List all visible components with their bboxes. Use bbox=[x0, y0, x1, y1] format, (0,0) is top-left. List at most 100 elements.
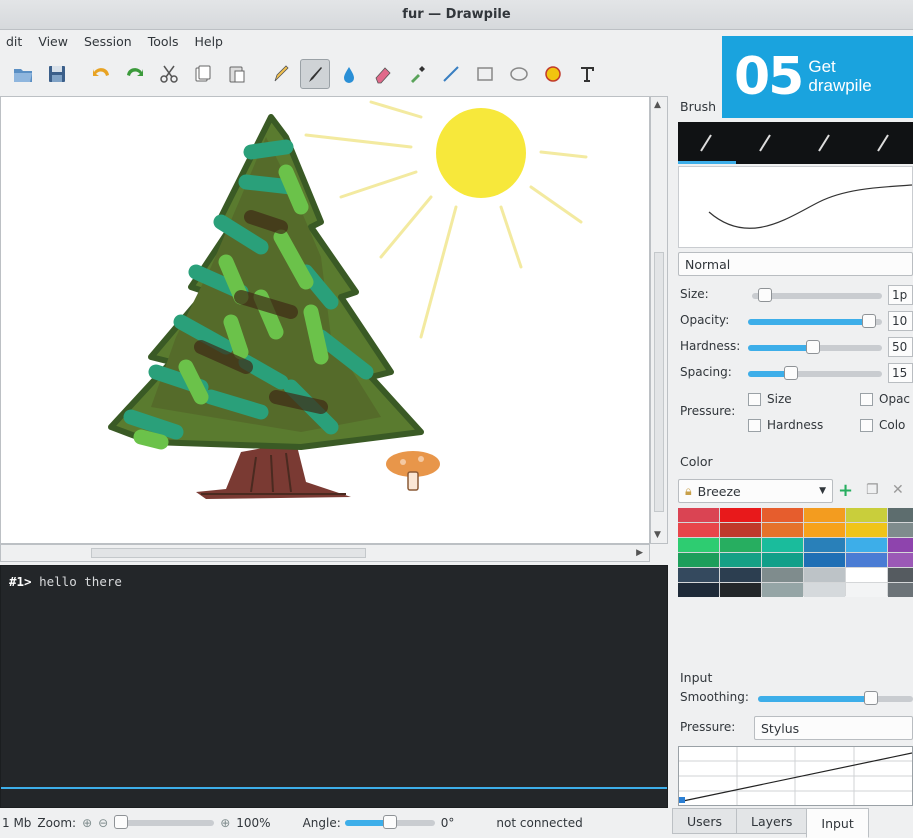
menu-tools[interactable]: Tools bbox=[148, 34, 179, 49]
color-swatch[interactable] bbox=[762, 553, 803, 567]
zoom-out-icon[interactable]: ⊖ bbox=[98, 816, 108, 830]
hardness-slider[interactable] bbox=[748, 340, 882, 354]
fill-icon[interactable] bbox=[538, 59, 568, 89]
zoom-slider[interactable] bbox=[114, 815, 215, 829]
pressure-curve-editor[interactable] bbox=[678, 746, 913, 806]
scroll-right-icon[interactable]: ▶ bbox=[636, 548, 643, 558]
palette-select[interactable]: 🔒︎ Breeze ▼ bbox=[678, 479, 833, 503]
color-swatch[interactable] bbox=[762, 538, 803, 552]
color-swatch[interactable] bbox=[678, 568, 719, 582]
size-field[interactable]: 1p bbox=[888, 285, 913, 305]
tab-input[interactable]: Input bbox=[806, 808, 869, 838]
brush-icon[interactable] bbox=[300, 59, 330, 89]
canvas-horizontal-scrollbar[interactable]: ▶ bbox=[0, 544, 650, 562]
color-swatch[interactable] bbox=[888, 508, 913, 522]
color-swatch[interactable] bbox=[678, 508, 719, 522]
chat-input-field[interactable] bbox=[1, 787, 667, 789]
color-swatch[interactable] bbox=[678, 553, 719, 567]
horizontal-scroll-thumb[interactable] bbox=[91, 548, 366, 558]
pencil-icon[interactable] bbox=[266, 59, 296, 89]
opacity-field[interactable]: 10 bbox=[888, 311, 913, 331]
text-icon[interactable] bbox=[572, 59, 602, 89]
menu-edit[interactable]: dit bbox=[6, 34, 22, 49]
color-swatch[interactable] bbox=[804, 583, 845, 597]
brush-preset-icon[interactable] bbox=[697, 131, 717, 155]
pressure-mode-select[interactable]: Stylus bbox=[754, 716, 913, 740]
undo-icon[interactable] bbox=[86, 59, 116, 89]
color-swatch[interactable] bbox=[762, 583, 803, 597]
color-swatch[interactable] bbox=[720, 538, 761, 552]
brush-preset-icon[interactable] bbox=[756, 131, 776, 155]
color-swatch[interactable] bbox=[720, 568, 761, 582]
color-swatch[interactable] bbox=[888, 568, 913, 582]
scroll-up-icon[interactable]: ▲ bbox=[654, 100, 661, 110]
size-slider-handle[interactable] bbox=[758, 288, 772, 302]
color-swatch[interactable] bbox=[720, 553, 761, 567]
color-swatch[interactable] bbox=[678, 583, 719, 597]
color-swatch[interactable] bbox=[846, 508, 887, 522]
redo-icon[interactable] bbox=[120, 59, 150, 89]
blend-mode-select[interactable]: Normal bbox=[678, 252, 913, 276]
color-swatch[interactable] bbox=[846, 553, 887, 567]
save-icon[interactable] bbox=[42, 59, 72, 89]
spacing-field[interactable]: 15 bbox=[888, 363, 913, 383]
menu-session[interactable]: Session bbox=[84, 34, 132, 49]
open-icon[interactable] bbox=[8, 59, 38, 89]
cut-icon[interactable] bbox=[154, 59, 184, 89]
opacity-slider[interactable] bbox=[748, 314, 882, 328]
watercolor-icon[interactable] bbox=[334, 59, 364, 89]
pressure-color-checkbox[interactable]: Colo bbox=[860, 418, 905, 432]
color-swatch[interactable] bbox=[888, 583, 913, 597]
ellipse-icon[interactable] bbox=[504, 59, 534, 89]
color-swatch[interactable] bbox=[888, 553, 913, 567]
canvas-vertical-scrollbar[interactable]: ▲ ▼ bbox=[650, 96, 668, 544]
copy-palette-icon[interactable]: ❐ bbox=[866, 482, 879, 498]
copy-icon[interactable] bbox=[188, 59, 218, 89]
eraser-icon[interactable] bbox=[368, 59, 398, 89]
spacing-slider[interactable] bbox=[748, 366, 882, 380]
color-swatch[interactable] bbox=[762, 508, 803, 522]
color-swatch[interactable] bbox=[720, 523, 761, 537]
drawing-canvas[interactable] bbox=[0, 96, 650, 544]
color-swatch[interactable] bbox=[804, 553, 845, 567]
color-swatch[interactable] bbox=[888, 523, 913, 537]
color-swatch[interactable] bbox=[888, 538, 913, 552]
smoothing-slider[interactable] bbox=[758, 691, 913, 705]
brush-preset-icon[interactable] bbox=[874, 131, 894, 155]
color-picker-icon[interactable] bbox=[402, 59, 432, 89]
brush-preset-icon[interactable] bbox=[815, 131, 835, 155]
color-swatch[interactable] bbox=[804, 568, 845, 582]
tab-users[interactable]: Users bbox=[672, 808, 738, 834]
angle-slider-handle[interactable] bbox=[382, 815, 397, 829]
menu-help[interactable]: Help bbox=[194, 34, 223, 49]
vertical-scroll-thumb[interactable] bbox=[654, 252, 664, 512]
color-swatch[interactable] bbox=[720, 508, 761, 522]
zoom-fit-icon[interactable]: ⊕ bbox=[82, 816, 92, 830]
opacity-slider-handle[interactable] bbox=[862, 314, 876, 328]
color-swatch[interactable] bbox=[762, 523, 803, 537]
scroll-down-icon[interactable]: ▼ bbox=[654, 530, 661, 540]
angle-slider[interactable] bbox=[344, 815, 435, 829]
hardness-field[interactable]: 50 bbox=[888, 337, 913, 357]
delete-palette-icon[interactable]: ✕ bbox=[892, 482, 904, 498]
rectangle-icon[interactable] bbox=[470, 59, 500, 89]
color-swatch[interactable] bbox=[804, 538, 845, 552]
color-swatch[interactable] bbox=[678, 538, 719, 552]
size-slider[interactable] bbox=[752, 288, 882, 302]
pressure-hardness-checkbox[interactable]: Hardness bbox=[748, 418, 823, 432]
tab-layers[interactable]: Layers bbox=[736, 808, 808, 834]
zoom-in-icon[interactable]: ⊕ bbox=[220, 816, 230, 830]
color-swatch[interactable] bbox=[846, 583, 887, 597]
pressure-size-checkbox[interactable]: Size bbox=[748, 392, 792, 406]
add-palette-icon[interactable]: + bbox=[838, 480, 853, 501]
line-icon[interactable] bbox=[436, 59, 466, 89]
smoothing-slider-handle[interactable] bbox=[864, 691, 878, 705]
color-swatch[interactable] bbox=[804, 523, 845, 537]
menu-view[interactable]: View bbox=[38, 34, 68, 49]
color-swatch[interactable] bbox=[762, 568, 803, 582]
pressure-opacity-checkbox[interactable]: Opac bbox=[860, 392, 910, 406]
color-swatch[interactable] bbox=[678, 523, 719, 537]
zoom-slider-handle[interactable] bbox=[114, 815, 129, 829]
color-swatch[interactable] bbox=[846, 523, 887, 537]
hardness-slider-handle[interactable] bbox=[806, 340, 820, 354]
